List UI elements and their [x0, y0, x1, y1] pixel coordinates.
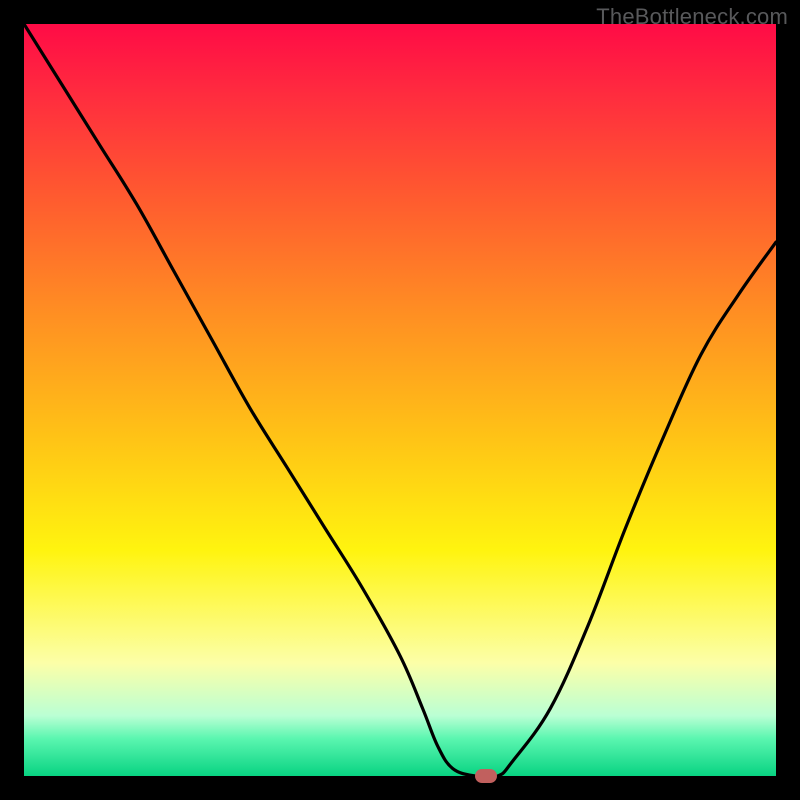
bottleneck-curve: [24, 24, 776, 776]
chart-frame: TheBottleneck.com: [0, 0, 800, 800]
plot-area: [24, 24, 776, 776]
optimal-point-marker: [475, 769, 497, 783]
